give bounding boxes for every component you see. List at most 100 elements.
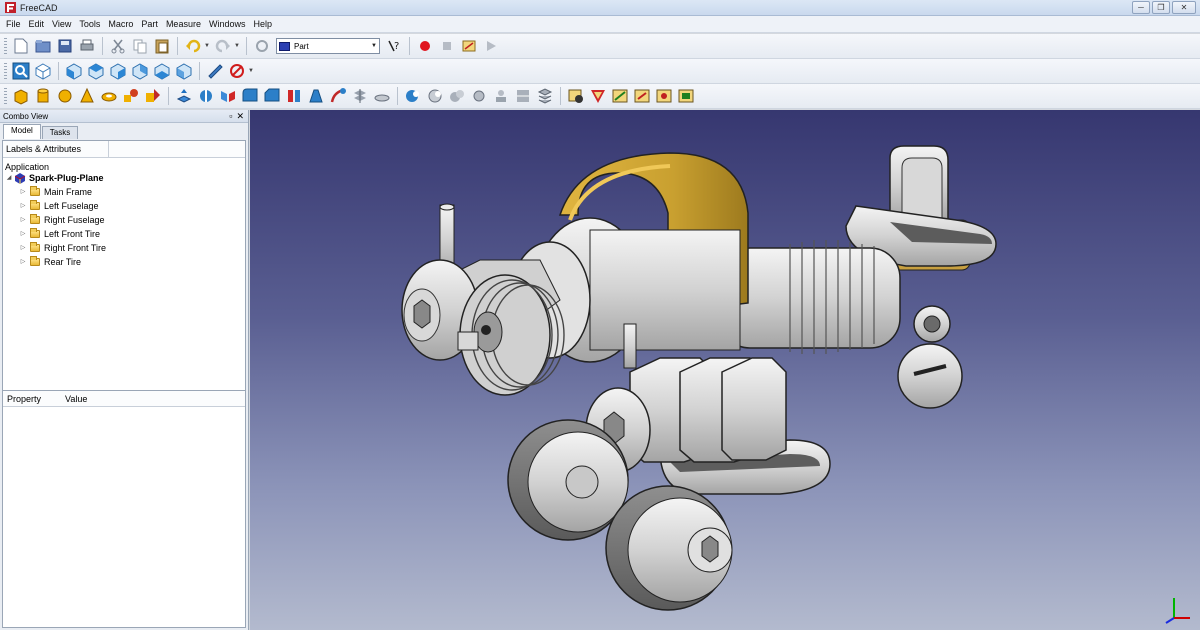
tab-tasks[interactable]: Tasks [41, 126, 79, 139]
folder-icon [30, 214, 40, 224]
expand-arrow-icon[interactable]: ▷ [19, 227, 27, 241]
expand-arrow-icon[interactable]: ▷ [19, 213, 27, 227]
close-button[interactable]: ✕ [1172, 1, 1196, 14]
top-view-icon[interactable] [87, 62, 105, 80]
collapse-arrow-icon[interactable]: ◢ [5, 171, 13, 185]
shape-refine-icon[interactable] [655, 87, 673, 105]
export-icon[interactable] [633, 87, 651, 105]
boolean-icon[interactable] [404, 87, 422, 105]
bottom-view-icon[interactable] [153, 62, 171, 80]
value-column-header[interactable]: Value [65, 394, 87, 404]
expand-arrow-icon[interactable]: ▷ [19, 255, 27, 269]
expand-arrow-icon[interactable]: ▷ [19, 199, 27, 213]
chamfer-icon[interactable] [263, 87, 281, 105]
tree-item-label: Right Fuselage [44, 215, 105, 225]
3d-viewport[interactable] [250, 110, 1200, 630]
revolve-icon[interactable] [197, 87, 215, 105]
redo-icon[interactable] [214, 37, 232, 55]
ruled-surface-icon[interactable] [285, 87, 303, 105]
color-per-face-icon[interactable] [677, 87, 695, 105]
menu-part[interactable]: Part [137, 16, 162, 33]
tree-item-left-fuselage[interactable]: ▷ Left Fuselage [3, 199, 245, 213]
tree-item-right-fuselage[interactable]: ▷ Right Fuselage [3, 213, 245, 227]
tree-item-left-front-tire[interactable]: ▷ Left Front Tire [3, 227, 245, 241]
right-view-icon[interactable] [109, 62, 127, 80]
print-icon[interactable] [78, 37, 96, 55]
paste-icon[interactable] [153, 37, 171, 55]
menu-windows[interactable]: Windows [205, 16, 250, 33]
tree-item-right-front-tire[interactable]: ▷ Right Front Tire [3, 241, 245, 255]
close-panel-icon[interactable]: ✕ [236, 111, 244, 122]
toolbar-grip[interactable] [4, 88, 7, 104]
tree-item-main-frame[interactable]: ▷ Main Frame [3, 185, 245, 199]
stop-macro-icon[interactable] [438, 37, 456, 55]
common-icon[interactable] [470, 87, 488, 105]
menu-measure[interactable]: Measure [162, 16, 205, 33]
refresh-icon[interactable] [253, 37, 271, 55]
torus-icon[interactable] [100, 87, 118, 105]
restore-button[interactable]: ❐ [1152, 1, 1170, 14]
left-view-icon[interactable] [175, 62, 193, 80]
compound-tools-icon[interactable] [536, 87, 554, 105]
menu-help[interactable]: Help [249, 16, 276, 33]
tab-model[interactable]: Model [3, 124, 41, 139]
tree-item-rear-tire[interactable]: ▷ Rear Tire [3, 255, 245, 269]
primitives-icon[interactable] [122, 87, 140, 105]
cut-icon[interactable] [109, 37, 127, 55]
menu-file[interactable]: File [2, 16, 25, 33]
whats-this-icon[interactable]: ? [385, 37, 403, 55]
save-icon[interactable] [56, 37, 74, 55]
loft-icon[interactable] [307, 87, 325, 105]
fuse-icon[interactable] [448, 87, 466, 105]
rear-view-icon[interactable] [131, 62, 149, 80]
split-features-icon[interactable] [514, 87, 532, 105]
measure-distance-icon[interactable] [206, 62, 224, 80]
check-geometry-icon[interactable] [567, 87, 585, 105]
sphere-icon[interactable] [56, 87, 74, 105]
tree-document-row[interactable]: ◢ Spark-Plug-Plane [3, 171, 245, 185]
expand-arrow-icon[interactable]: ▷ [19, 185, 27, 199]
float-panel-icon[interactable]: ▫ [229, 111, 232, 122]
cone-icon[interactable] [78, 87, 96, 105]
clipping-dropdown-icon[interactable]: ▼ [248, 62, 254, 80]
box-icon[interactable] [12, 87, 30, 105]
isometric-view-icon[interactable] [34, 62, 52, 80]
toolbar-grip[interactable] [4, 38, 7, 54]
execute-macro-icon[interactable] [482, 37, 500, 55]
tree-item-label: Left Fuselage [44, 201, 99, 211]
cylinder-icon[interactable] [34, 87, 52, 105]
expand-arrow-icon[interactable]: ▷ [19, 241, 27, 255]
minimize-button[interactable]: ─ [1132, 1, 1150, 14]
defeaturing-icon[interactable] [589, 87, 607, 105]
property-column-header[interactable]: Property [3, 394, 65, 404]
menu-macro[interactable]: Macro [104, 16, 137, 33]
cross-sections-icon[interactable] [373, 87, 391, 105]
copy-icon[interactable] [131, 37, 149, 55]
section-icon[interactable] [351, 87, 369, 105]
mirror-icon[interactable] [219, 87, 237, 105]
redo-dropdown-icon[interactable]: ▼ [234, 37, 240, 55]
undo-dropdown-icon[interactable]: ▼ [204, 37, 210, 55]
macro-editor-icon[interactable] [460, 37, 478, 55]
undo-icon[interactable] [184, 37, 202, 55]
new-document-icon[interactable] [12, 37, 30, 55]
fit-all-icon[interactable] [12, 62, 30, 80]
sweep-icon[interactable] [329, 87, 347, 105]
open-folder-icon[interactable] [34, 37, 52, 55]
record-macro-icon[interactable] [416, 37, 434, 55]
fillet-icon[interactable] [241, 87, 259, 105]
attachment-icon[interactable] [611, 87, 629, 105]
menu-view[interactable]: View [48, 16, 75, 33]
join-features-icon[interactable] [492, 87, 510, 105]
toolbar-view: ▼ [0, 59, 1200, 84]
menu-edit[interactable]: Edit [25, 16, 49, 33]
shape-builder-icon[interactable] [144, 87, 162, 105]
clipping-plane-icon[interactable] [228, 62, 246, 80]
tree-item-label: Right Front Tire [44, 243, 107, 253]
workbench-selector[interactable]: Part ▼ [276, 38, 380, 54]
menu-tools[interactable]: Tools [75, 16, 104, 33]
toolbar-grip[interactable] [4, 63, 7, 79]
extrude-icon[interactable] [175, 87, 193, 105]
front-view-icon[interactable] [65, 62, 83, 80]
cut-boolean-icon[interactable] [426, 87, 444, 105]
